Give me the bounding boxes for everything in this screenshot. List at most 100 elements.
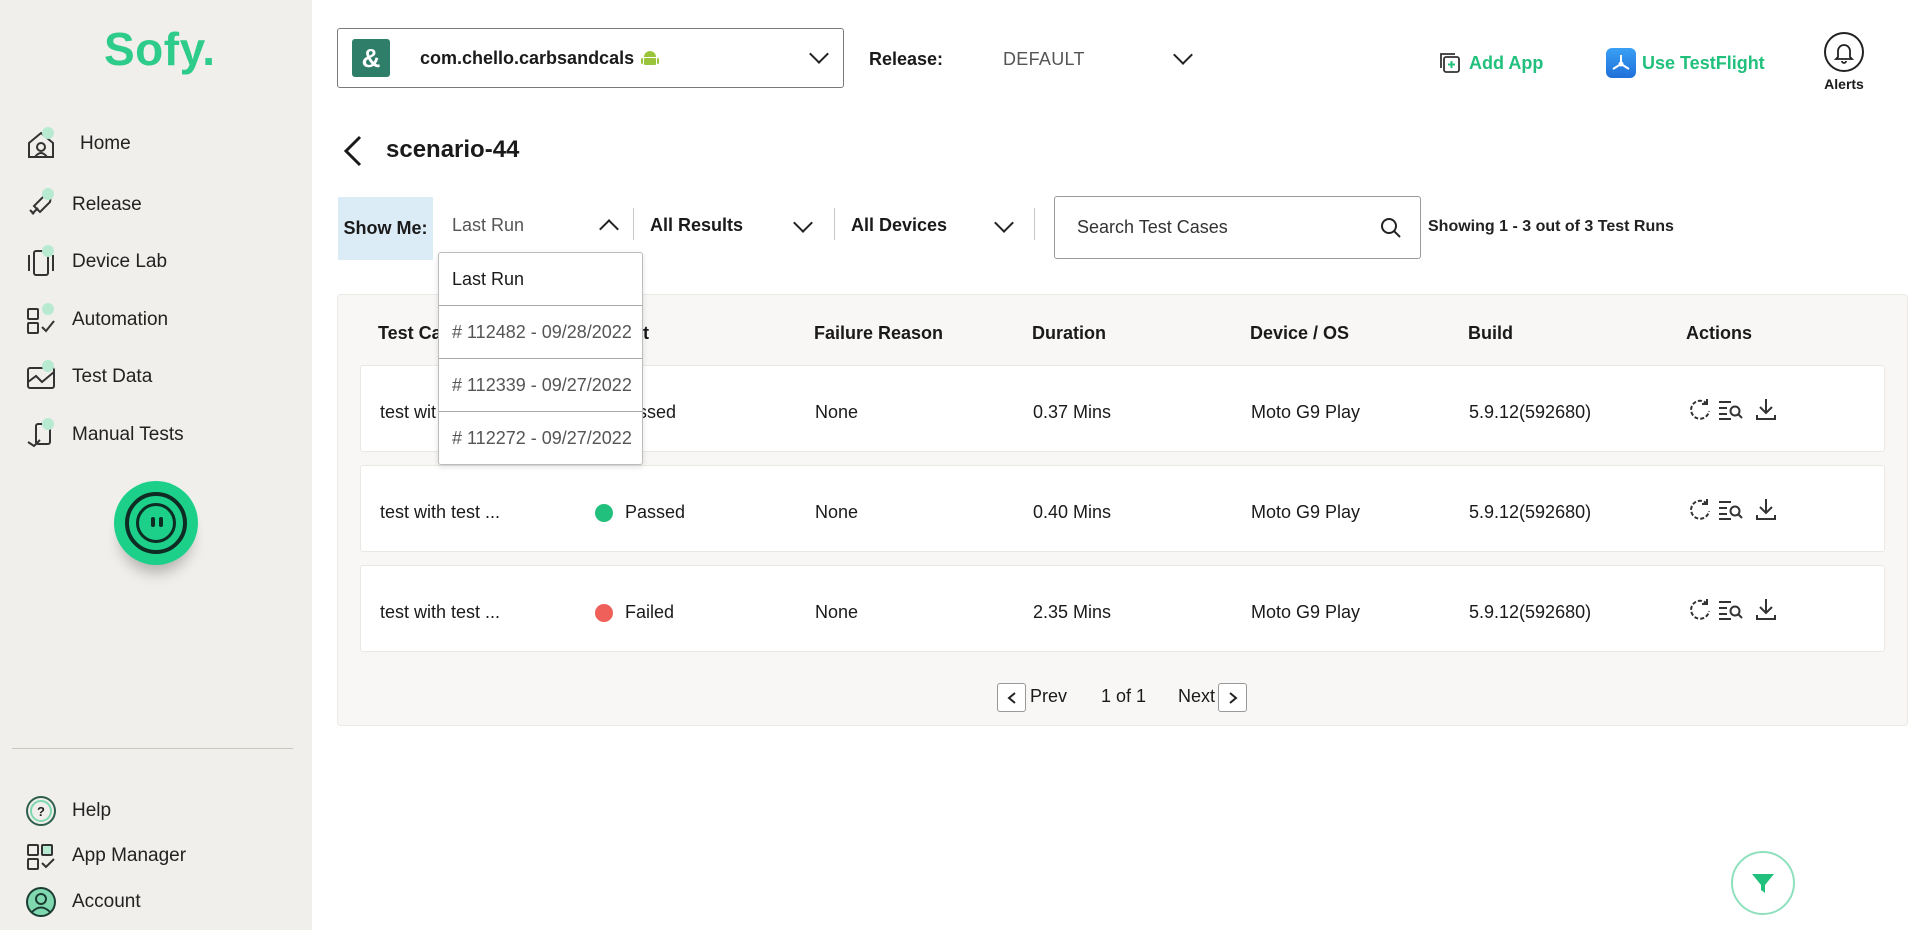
sidebar-item-label: Automation: [72, 309, 169, 330]
chevron-down-icon: [793, 213, 813, 233]
sofy-assistant-icon[interactable]: [114, 481, 198, 565]
column-header-failure-reason: Failure Reason: [814, 323, 944, 343]
sidebar-item-label: App Manager: [72, 845, 187, 866]
alerts-button[interactable]: Alerts: [1822, 32, 1866, 92]
download-icon[interactable]: [1753, 596, 1779, 622]
sidebar-item-manual-tests[interactable]: Manual Tests: [24, 415, 184, 455]
filter-divider: [633, 208, 634, 240]
result-status-cell: Failed: [595, 602, 674, 623]
use-testflight-button[interactable]: Use TestFlight: [1606, 48, 1765, 78]
rerun-icon[interactable]: [1687, 596, 1713, 622]
app-name: com.chello.carbsandcals: [420, 47, 635, 68]
results-filter-value: All Results: [650, 214, 744, 235]
filter-icon: [1752, 874, 1774, 893]
prev-page-button[interactable]: [997, 683, 1026, 712]
dropdown-option-run[interactable]: # 112272 - 09/27/2022: [439, 412, 642, 465]
download-icon[interactable]: [1753, 396, 1779, 422]
rerun-icon[interactable]: [1687, 496, 1713, 522]
sidebar-item-release[interactable]: Release: [24, 185, 142, 225]
sidebar-item-test-data[interactable]: Test Data: [24, 357, 152, 397]
results-filter-dropdown[interactable]: All Results: [650, 200, 818, 250]
release-selector[interactable]: DEFAULT: [990, 38, 1200, 80]
device-os: Moto G9 Play: [1251, 402, 1361, 422]
result-status: Passed: [625, 502, 686, 522]
row-actions: [1687, 396, 1779, 422]
duration: 0.37 Mins: [1033, 402, 1112, 422]
dropdown-option-run[interactable]: # 112482 - 09/28/2022: [439, 306, 642, 359]
prev-page-label[interactable]: Prev: [1030, 686, 1067, 707]
failure-reason: None: [815, 602, 859, 622]
show-me-label: Show Me:: [338, 197, 433, 260]
device-icon: [24, 245, 58, 279]
testflight-icon: [1606, 48, 1636, 78]
table-row[interactable]: test with test ... Failed None 2.35 Mins…: [360, 565, 1885, 652]
sofy-logo[interactable]: Sofy.: [104, 22, 216, 76]
test-case-name: test with test ...: [380, 502, 501, 522]
rerun-icon[interactable]: [1687, 396, 1713, 422]
chevron-down-icon: [994, 213, 1014, 233]
page-indicator: 1 of 1: [1101, 686, 1147, 706]
sidebar-item-home[interactable]: Home: [24, 124, 131, 164]
run-filter-dropdown[interactable]: Last Run: [452, 200, 622, 250]
sidebar-item-label: Manual Tests: [72, 424, 184, 445]
sidebar-item-app-manager[interactable]: App Manager: [24, 836, 186, 876]
filter-divider: [834, 208, 835, 240]
dropdown-option-last-run[interactable]: Last Run: [439, 253, 642, 306]
column-header-build: Build: [1468, 323, 1513, 343]
sidebar-item-label: Account: [72, 891, 141, 912]
test-data-icon: [24, 360, 58, 394]
add-app-label: Add App: [1469, 52, 1544, 73]
table-row[interactable]: test with test ... Passed None 0.40 Mins…: [360, 465, 1885, 552]
column-header-duration: Duration: [1032, 323, 1106, 343]
run-dropdown-menu: Last Run # 112482 - 09/28/2022 # 112339 …: [438, 252, 643, 465]
back-button[interactable]: [340, 134, 368, 168]
chevron-left-icon: [343, 135, 362, 167]
alerts-label: Alerts: [1824, 76, 1864, 92]
rocket-icon: [24, 188, 58, 222]
android-icon: [641, 51, 660, 65]
app-logo-icon: &: [352, 39, 390, 77]
search-icon[interactable]: [1380, 217, 1402, 239]
release-label: Release:: [869, 49, 944, 69]
build: 5.9.12(592680): [1469, 502, 1592, 522]
column-header-test-case: Test Ca: [378, 323, 442, 343]
filter-divider: [1034, 208, 1035, 240]
test-case-name: test wit: [380, 402, 437, 422]
view-logs-icon[interactable]: [1717, 396, 1743, 422]
sidebar-item-device-lab[interactable]: Device Lab: [24, 242, 167, 282]
devices-filter-dropdown[interactable]: All Devices: [851, 200, 1019, 250]
sidebar-item-label: Device Lab: [72, 251, 168, 272]
add-app-icon: [1440, 53, 1460, 73]
app-selector[interactable]: & com.chello.carbsandcals: [337, 28, 844, 88]
device-os: Moto G9 Play: [1251, 602, 1361, 622]
download-icon[interactable]: [1753, 496, 1779, 522]
next-page-label[interactable]: Next: [1178, 686, 1215, 707]
device-os: Moto G9 Play: [1251, 502, 1361, 522]
failure-reason: None: [815, 502, 859, 522]
dropdown-option-run[interactable]: # 112339 - 09/27/2022: [439, 359, 642, 412]
page-title: scenario-44: [386, 136, 520, 163]
column-header-device-os: Device / OS: [1250, 323, 1350, 343]
next-page-button[interactable]: [1218, 683, 1247, 712]
manual-tests-icon: [24, 418, 58, 452]
build: 5.9.12(592680): [1469, 602, 1592, 622]
duration: 0.40 Mins: [1033, 502, 1112, 522]
column-header-result: t: [643, 323, 649, 343]
sidebar: Sofy. Home Release Device Lab Automation: [0, 0, 312, 930]
release-value: DEFAULT: [1003, 49, 1085, 69]
row-actions: [1687, 596, 1779, 622]
sidebar-item-label: Home: [80, 133, 131, 154]
sidebar-item-automation[interactable]: Automation: [24, 300, 168, 340]
view-logs-icon[interactable]: [1717, 496, 1743, 522]
chevron-down-icon: [809, 44, 829, 64]
svg-text:?: ?: [37, 804, 45, 819]
add-app-button[interactable]: Add App: [1437, 50, 1543, 76]
search-input[interactable]: [1077, 217, 1367, 238]
filter-fab-button[interactable]: [1731, 851, 1795, 915]
test-case-name: test with test ...: [380, 602, 501, 622]
row-actions: [1687, 496, 1779, 522]
sidebar-item-help[interactable]: ? Help: [24, 791, 111, 831]
view-logs-icon[interactable]: [1717, 596, 1743, 622]
results-count: Showing 1 - 3 out of 3 Test Runs: [1428, 218, 1674, 235]
sidebar-item-account[interactable]: Account: [24, 882, 141, 922]
